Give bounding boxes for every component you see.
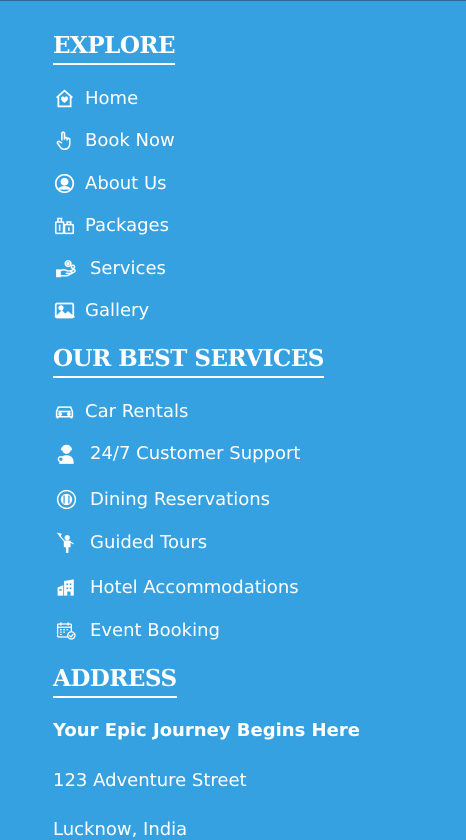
top-border bbox=[0, 0, 466, 1]
car-icon bbox=[53, 400, 75, 422]
service-link-dining-label: Dining Reservations bbox=[90, 488, 270, 510]
service-link-hotel[interactable]: Hotel Accommodations bbox=[53, 574, 299, 600]
nav-link-packages-label: Packages bbox=[85, 214, 169, 236]
address-tagline: Your Epic Journey Begins Here bbox=[53, 720, 360, 741]
hand-pointer-icon bbox=[53, 129, 75, 151]
service-link-event-booking-label: Event Booking bbox=[90, 619, 220, 641]
services-heading: OUR BEST SERVICES bbox=[53, 345, 324, 378]
calendar-check-icon bbox=[53, 619, 79, 641]
nav-link-services[interactable]: Services bbox=[53, 255, 166, 281]
services-section: OUR BEST SERVICES bbox=[53, 345, 324, 378]
hotel-building-icon bbox=[53, 576, 79, 598]
service-link-guided-tours[interactable]: Guided Tours bbox=[53, 529, 207, 555]
service-link-customer-support[interactable]: 24/7 Customer Support bbox=[53, 440, 300, 466]
address-street: 123 Adventure Street bbox=[53, 770, 247, 791]
nav-link-home[interactable]: Home bbox=[53, 85, 138, 111]
service-link-car-rentals[interactable]: Car Rentals bbox=[53, 398, 188, 424]
service-link-hotel-label: Hotel Accommodations bbox=[90, 576, 299, 598]
nav-link-about-us-label: About Us bbox=[85, 172, 167, 194]
explore-section: EXPLORE bbox=[53, 32, 176, 65]
user-circle-icon bbox=[53, 172, 75, 194]
tour-guide-icon bbox=[53, 531, 79, 553]
nav-link-book-now-label: Book Now bbox=[85, 129, 175, 151]
service-link-event-booking[interactable]: Event Booking bbox=[53, 617, 220, 643]
address-section: ADDRESS bbox=[53, 665, 177, 698]
service-link-customer-support-label: 24/7 Customer Support bbox=[90, 442, 301, 464]
luggage-icon bbox=[53, 214, 75, 236]
service-link-car-rentals-label: Car Rentals bbox=[85, 400, 189, 422]
support-agent-icon bbox=[53, 442, 79, 464]
service-link-guided-tours-label: Guided Tours bbox=[90, 531, 208, 553]
service-link-dining[interactable]: Dining Reservations bbox=[53, 486, 270, 512]
service-hand-icon bbox=[53, 257, 79, 279]
nav-link-home-label: Home bbox=[85, 87, 139, 109]
explore-heading: EXPLORE bbox=[53, 32, 176, 65]
nav-link-services-label: Services bbox=[90, 257, 166, 279]
nav-link-about-us[interactable]: About Us bbox=[53, 170, 167, 196]
home-icon bbox=[53, 87, 75, 109]
dining-icon bbox=[53, 488, 79, 510]
nav-link-gallery[interactable]: Gallery bbox=[53, 297, 149, 323]
address-city: Lucknow, India bbox=[53, 819, 188, 840]
address-heading: ADDRESS bbox=[53, 665, 177, 698]
image-icon bbox=[53, 299, 75, 321]
nav-link-gallery-label: Gallery bbox=[85, 299, 150, 321]
nav-link-packages[interactable]: Packages bbox=[53, 212, 169, 238]
nav-link-book-now[interactable]: Book Now bbox=[53, 127, 175, 153]
